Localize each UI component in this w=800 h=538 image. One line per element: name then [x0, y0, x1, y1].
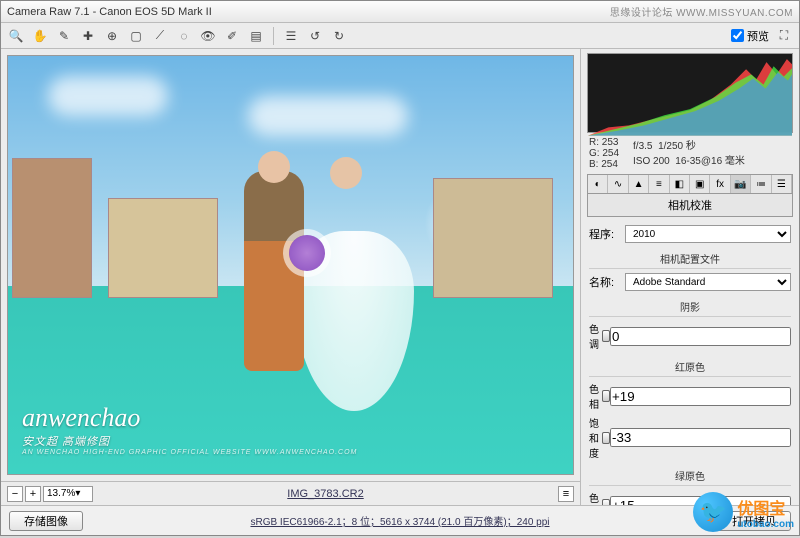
- exposure-info: R: 253 G: 254 B: 254 f/3.5 1/250 秒 ISO 2…: [581, 135, 799, 172]
- color-sampler-icon[interactable]: ✚: [79, 27, 97, 45]
- shadow-tint-label: 色调: [589, 321, 602, 351]
- left-pane: anwenchao 安文超 高端修图 AN WENCHAO HIGH-END G…: [1, 49, 581, 505]
- red-hue-label: 色相: [589, 381, 602, 411]
- graduated-filter-icon[interactable]: ▤: [247, 27, 265, 45]
- shadow-section: 阴影: [589, 297, 791, 317]
- logo-cn: 优图宝: [737, 495, 794, 519]
- hand-tool-icon[interactable]: ✋: [31, 27, 49, 45]
- preview-checkbox-label: 预览: [747, 28, 769, 44]
- redeye-icon[interactable]: 👁: [199, 27, 217, 45]
- image-watermark: anwenchao 安文超 高端修图 AN WENCHAO HIGH-END G…: [22, 403, 357, 456]
- tab-presets[interactable]: ≔: [751, 175, 771, 193]
- tab-split[interactable]: ◧: [670, 175, 690, 193]
- rotate-cw-icon[interactable]: ↻: [330, 27, 348, 45]
- prefs-icon[interactable]: ☰: [282, 27, 300, 45]
- calibration-panel: 程序: 2010 相机配置文件 名称: Adobe Standard 阴影 色调…: [581, 217, 799, 505]
- camera-raw-window: Camera Raw 7.1 - Canon EOS 5D Mark II 思缘…: [0, 0, 800, 536]
- tab-detail[interactable]: ▲: [629, 175, 649, 193]
- rgb-b: B: 254: [589, 159, 619, 170]
- zoom-in-button[interactable]: +: [25, 486, 41, 502]
- preview-checkbox-input[interactable]: [731, 29, 744, 42]
- rotate-ccw-icon[interactable]: ↺: [306, 27, 324, 45]
- zoom-value[interactable]: 13.7% ▾: [43, 486, 93, 502]
- iso-lens: ISO 200 16-35@16 毫米: [633, 152, 745, 167]
- aperture-shutter: f/3.5 1/250 秒: [633, 137, 745, 152]
- tab-basic[interactable]: ◐: [588, 175, 608, 193]
- tab-lens[interactable]: ▣: [690, 175, 710, 193]
- crop-icon[interactable]: ▢: [127, 27, 145, 45]
- red-sat-label: 饱和度: [589, 415, 602, 460]
- tab-hsl[interactable]: ≡: [649, 175, 669, 193]
- histogram[interactable]: [587, 53, 793, 133]
- panel-title: 相机校准: [587, 194, 793, 217]
- titlebar: Camera Raw 7.1 - Canon EOS 5D Mark II 思缘…: [1, 1, 799, 23]
- tab-snapshots[interactable]: ☰: [772, 175, 792, 193]
- target-adjust-icon[interactable]: ⊕: [103, 27, 121, 45]
- filmstrip-toggle-icon[interactable]: ≡: [558, 486, 574, 502]
- rgb-g: G: 254: [589, 148, 619, 159]
- green-hue-label: 色相: [589, 490, 602, 505]
- zoom-tool-icon[interactable]: 🔍: [7, 27, 25, 45]
- image-preview[interactable]: anwenchao 安文超 高端修图 AN WENCHAO HIGH-END G…: [7, 55, 574, 475]
- red-hue-value[interactable]: [610, 387, 791, 406]
- workflow-link[interactable]: sRGB IEC61966-2.1；8 位；5616 x 3744 (21.0 …: [91, 513, 709, 528]
- straighten-icon[interactable]: ⟋: [151, 27, 169, 45]
- right-pane: R: 253 G: 254 B: 254 f/3.5 1/250 秒 ISO 2…: [581, 49, 799, 505]
- fullscreen-icon[interactable]: ⛶: [775, 27, 793, 45]
- subjects: [234, 151, 394, 411]
- tab-fx[interactable]: fx: [710, 175, 730, 193]
- tab-camera-calibration[interactable]: 📷: [731, 175, 751, 193]
- process-select[interactable]: 2010: [625, 225, 791, 243]
- profile-section: 相机配置文件: [589, 249, 791, 269]
- preview-footer: − + 13.7% ▾ IMG_3783.CR2 ≡: [1, 481, 580, 505]
- utobao-logo: 🐦 优图宝 utobao.com: [693, 492, 794, 532]
- green-section: 绿原色: [589, 466, 791, 486]
- red-section: 红原色: [589, 357, 791, 377]
- preview-checkbox[interactable]: 预览: [731, 28, 769, 44]
- process-label: 程序:: [589, 226, 621, 242]
- zoom-out-button[interactable]: −: [7, 486, 23, 502]
- save-button[interactable]: 存储图像: [9, 511, 83, 531]
- toolbar-separator: [273, 27, 274, 45]
- profile-select[interactable]: Adobe Standard: [625, 273, 791, 291]
- main-area: anwenchao 安文超 高端修图 AN WENCHAO HIGH-END G…: [1, 49, 799, 505]
- zoom-control: − + 13.7% ▾: [7, 486, 93, 502]
- rgb-r: R: 253: [589, 137, 619, 148]
- toolbar: 🔍 ✋ ✎ ✚ ⊕ ▢ ⟋ ◌ 👁 ✐ ▤ ☰ ↺ ↻ 预览 ⛶: [1, 23, 799, 49]
- bird-icon: 🐦: [693, 492, 733, 532]
- adjust-tabs: ◐ ∿ ▲ ≡ ◧ ▣ fx 📷 ≔ ☰: [587, 174, 793, 194]
- adjustment-brush-icon[interactable]: ✐: [223, 27, 241, 45]
- red-sat-value[interactable]: [610, 428, 791, 447]
- spot-removal-icon[interactable]: ◌: [175, 27, 193, 45]
- eyedropper-icon[interactable]: ✎: [55, 27, 73, 45]
- tab-curve[interactable]: ∿: [608, 175, 628, 193]
- dialog-footer: 存储图像 sRGB IEC61966-2.1；8 位；5616 x 3744 (…: [1, 505, 799, 535]
- site-watermark: 思缘设计论坛 WWW.MISSYUAN.COM: [610, 4, 793, 19]
- window-title: Camera Raw 7.1 - Canon EOS 5D Mark II: [7, 6, 212, 18]
- logo-en: utobao.com: [737, 519, 794, 530]
- filename-link[interactable]: IMG_3783.CR2: [99, 488, 552, 500]
- name-label: 名称:: [589, 274, 621, 290]
- shadow-tint-value[interactable]: [610, 327, 791, 346]
